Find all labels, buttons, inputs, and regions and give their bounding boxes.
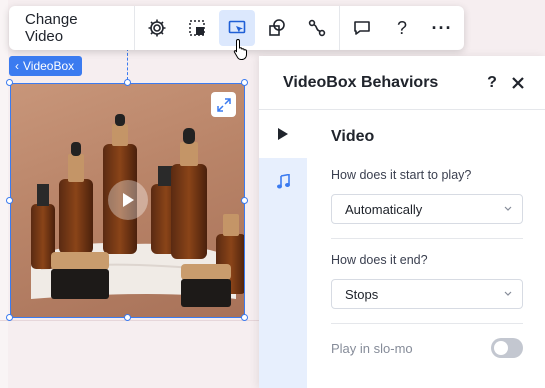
slomo-label: Play in slo-mo bbox=[331, 340, 413, 356]
divider bbox=[331, 238, 523, 239]
panel-tab-rail bbox=[259, 110, 307, 388]
canvas-edge bbox=[0, 0, 8, 388]
play-icon bbox=[278, 128, 288, 140]
slomo-row: Play in slo-mo bbox=[331, 338, 523, 358]
panel-title: VideoBox Behaviors bbox=[283, 73, 439, 91]
more-button[interactable]: ··· bbox=[424, 10, 460, 46]
toolbar-extras: ? ··· bbox=[340, 10, 464, 46]
tab-audio[interactable] bbox=[259, 158, 307, 206]
expand-icon bbox=[216, 97, 231, 112]
toggle-knob bbox=[494, 341, 508, 355]
resize-handle-s[interactable] bbox=[124, 314, 131, 321]
element-tag-label: VideoBox bbox=[23, 59, 75, 73]
resize-handle-se[interactable] bbox=[241, 314, 248, 321]
tab-video[interactable] bbox=[259, 110, 307, 158]
change-video-button[interactable]: Change Video bbox=[9, 6, 134, 50]
end-value: Stops bbox=[345, 286, 379, 302]
more-icon: ··· bbox=[431, 17, 453, 38]
chevron-left-icon: ‹ bbox=[15, 59, 19, 73]
play-button[interactable] bbox=[108, 180, 148, 220]
settings-button[interactable] bbox=[139, 10, 175, 46]
expand-button[interactable] bbox=[211, 92, 236, 117]
chevron-down-icon bbox=[504, 291, 512, 296]
help-icon: ? bbox=[487, 73, 497, 91]
gear-icon bbox=[148, 19, 166, 37]
chevron-down-icon bbox=[504, 206, 512, 211]
end-label: How does it end? bbox=[331, 253, 428, 267]
divider bbox=[331, 323, 523, 324]
start-play-dropdown[interactable]: Automatically bbox=[331, 194, 523, 224]
resize-handle-sw[interactable] bbox=[6, 314, 13, 321]
comment-icon bbox=[354, 21, 370, 35]
resize-handle-ne[interactable] bbox=[241, 79, 248, 86]
start-play-value: Automatically bbox=[345, 201, 423, 217]
help-button[interactable]: ? bbox=[384, 10, 420, 46]
start-play-label: How does it start to play? bbox=[331, 168, 472, 182]
close-icon bbox=[512, 76, 524, 89]
behaviors-panel: VideoBox Behaviors ? Video How does it s… bbox=[259, 56, 545, 388]
play-icon bbox=[123, 193, 134, 207]
crop-button[interactable] bbox=[179, 10, 215, 46]
comment-button[interactable] bbox=[344, 10, 380, 46]
help-icon: ? bbox=[396, 17, 407, 38]
animation-button[interactable] bbox=[299, 10, 335, 46]
panel-close-button[interactable] bbox=[505, 70, 531, 96]
section-title: Video bbox=[331, 128, 375, 145]
panel-help-button[interactable]: ? bbox=[479, 70, 505, 96]
element-breadcrumb-tag[interactable]: ‹ VideoBox bbox=[9, 56, 83, 76]
panel-header: VideoBox Behaviors ? bbox=[259, 56, 545, 110]
hand-cursor-icon bbox=[233, 38, 247, 60]
panel-body: Video How does it start to play? Automat… bbox=[331, 110, 523, 358]
resize-handle-n[interactable] bbox=[124, 79, 131, 86]
animation-icon bbox=[308, 19, 326, 37]
resize-handle-w[interactable] bbox=[6, 197, 13, 204]
alignment-guide bbox=[127, 48, 128, 80]
layers-button[interactable] bbox=[259, 10, 295, 46]
music-note-icon bbox=[277, 174, 290, 189]
crop-icon bbox=[189, 20, 205, 36]
resize-handle-nw[interactable] bbox=[6, 79, 13, 86]
slomo-toggle[interactable] bbox=[491, 338, 523, 358]
layers-icon bbox=[269, 19, 285, 36]
behaviors-icon bbox=[228, 20, 246, 34]
resize-handle-e[interactable] bbox=[241, 197, 248, 204]
section-divider-line bbox=[0, 320, 260, 321]
end-dropdown[interactable]: Stops bbox=[331, 279, 523, 309]
